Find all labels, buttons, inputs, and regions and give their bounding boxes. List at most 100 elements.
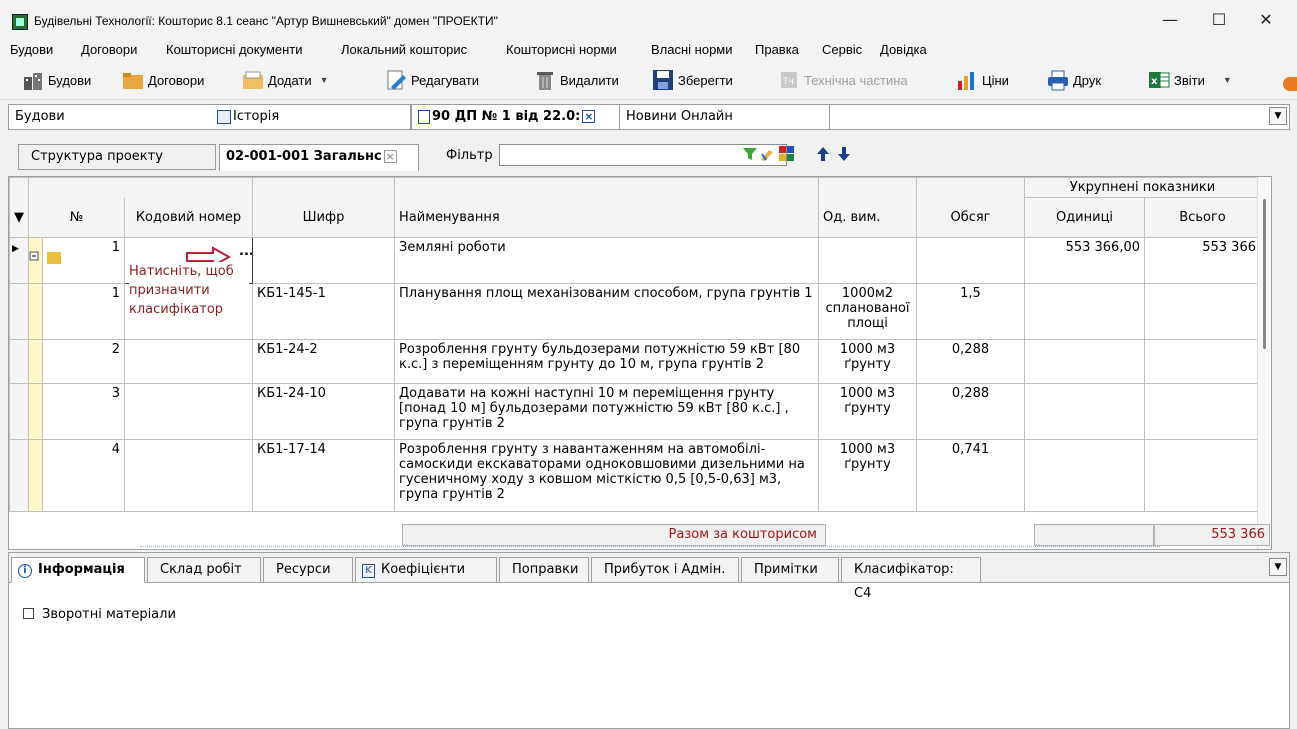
tab-buildings[interactable]: Будови xyxy=(9,105,211,129)
technical-part-button[interactable]: Тч Технічна частина xyxy=(778,66,908,94)
ellipsis-button[interactable]: ... xyxy=(239,244,252,259)
row-selector-header[interactable]: ▼ xyxy=(9,197,29,238)
row-units xyxy=(1024,283,1145,340)
code-cell[interactable] xyxy=(124,339,253,384)
tab-resources-label: Ресурси xyxy=(276,562,331,577)
table-row[interactable]: 3 КБ1-24-10 Додавати на кожні наступні 1… xyxy=(9,383,1261,440)
close-tab-icon[interactable]: × xyxy=(582,110,596,123)
tab-information[interactable]: i Інформація xyxy=(11,557,145,583)
print-button[interactable]: Друк xyxy=(1047,66,1101,94)
buildings-button[interactable]: Будови xyxy=(22,66,91,94)
row-volume: 0,741 xyxy=(916,439,1025,512)
header-units[interactable]: Одиниці xyxy=(1024,197,1145,238)
row-unit: 1000 м3 ґрунту xyxy=(818,439,917,512)
row-cipher: КБ1-24-2 xyxy=(252,339,395,384)
menu-buildings[interactable]: Будови xyxy=(10,42,53,57)
header-cipher[interactable]: Шифр xyxy=(252,197,395,238)
total-units xyxy=(1034,524,1154,546)
tab-classifier[interactable]: Класифікатор: С4 xyxy=(841,557,981,601)
header-volume[interactable]: Обсяг xyxy=(916,197,1025,238)
move-down-icon[interactable] xyxy=(837,146,851,166)
row-selector[interactable] xyxy=(9,283,29,340)
close-tab-icon[interactable]: × xyxy=(383,150,397,163)
collapse-icon[interactable] xyxy=(28,237,43,284)
move-up-icon[interactable] xyxy=(816,146,830,166)
menu-service[interactable]: Сервіс xyxy=(822,42,862,57)
tab-work-composition-label: Склад робіт xyxy=(160,562,242,577)
tab-corrections[interactable]: Поправки xyxy=(499,557,589,583)
code-cell[interactable] xyxy=(124,383,253,440)
contracts-button[interactable]: Договори xyxy=(122,66,204,94)
menu-local-estimate[interactable]: Локальний кошторис xyxy=(341,42,467,57)
header-total[interactable]: Всього xyxy=(1144,197,1261,238)
tabs-dropdown-button[interactable]: ▼ xyxy=(1269,107,1287,125)
menu-help[interactable]: Довідка xyxy=(880,42,927,57)
table-row[interactable]: 2 КБ1-24-2 Розроблення грунту бульдозера… xyxy=(9,339,1261,384)
prices-label: Ціни xyxy=(982,72,1009,88)
prices-button[interactable]: Ціни xyxy=(956,66,1009,94)
reports-button[interactable]: x Звіти ▼ xyxy=(1148,66,1232,94)
tab-history[interactable]: Історія xyxy=(211,105,411,129)
header-unit[interactable]: Од. вим. xyxy=(818,197,917,238)
row-selector[interactable] xyxy=(9,439,29,512)
edit-label: Редагувати xyxy=(411,72,480,88)
maximize-button[interactable]: ☐ xyxy=(1196,6,1242,34)
row-selector[interactable] xyxy=(9,339,29,384)
clear-filter-icon[interactable] xyxy=(759,146,775,166)
save-button[interactable]: Зберегти xyxy=(652,66,733,94)
table-row[interactable]: 4 КБ1-17-14 Розроблення грунту з наванта… xyxy=(9,439,1261,512)
bottom-tabs-dropdown-button[interactable]: ▼ xyxy=(1269,558,1287,576)
tab-notes[interactable]: Примітки xyxy=(741,557,839,583)
palette-icon[interactable] xyxy=(1283,77,1297,91)
header-aggregate-indicators: Укрупнені показники xyxy=(1024,177,1261,198)
row-indent xyxy=(28,439,43,512)
filter-icon[interactable] xyxy=(742,146,758,166)
menu-edit[interactable]: Правка xyxy=(755,42,799,57)
horizontal-splitter[interactable] xyxy=(140,546,1160,550)
menu-own-norms[interactable]: Власні норми xyxy=(651,42,733,57)
menu-estimate-documents[interactable]: Кошторисні документи xyxy=(166,42,303,57)
menu-contracts[interactable]: Договори xyxy=(81,42,137,57)
tab-document[interactable]: 90 ДП № 1 від 22.0: × xyxy=(411,105,620,129)
svg-text:Тч: Тч xyxy=(782,77,794,87)
tab-estimate-section[interactable]: 02-001-001 Загальнс × xyxy=(219,144,419,171)
minimize-button[interactable]: — xyxy=(1147,6,1193,34)
tab-news[interactable]: Новини Онлайн xyxy=(620,105,830,129)
header-spacer xyxy=(818,177,917,198)
chevron-down-icon[interactable]: ▼ xyxy=(1223,75,1232,85)
buildings-label: Будови xyxy=(48,72,92,88)
add-button[interactable]: Додати ▼ xyxy=(242,66,329,94)
vertical-scrollbar[interactable] xyxy=(1257,177,1271,549)
row-units xyxy=(1024,383,1145,440)
scrollbar-thumb[interactable] xyxy=(1263,199,1266,349)
color-grid-icon[interactable] xyxy=(779,146,795,166)
table-row[interactable]: 1 Натисніть, щоб призначити класифікатор… xyxy=(9,262,1261,340)
close-button[interactable]: ✕ xyxy=(1243,6,1289,34)
tab-resources[interactable]: Ресурси xyxy=(263,557,353,583)
chevron-down-icon[interactable]: ▼ xyxy=(320,75,329,85)
row-total xyxy=(1144,283,1261,340)
checkbox-box[interactable] xyxy=(23,608,34,619)
header-code[interactable]: Кодовий номер xyxy=(124,197,253,238)
header-num[interactable]: № xyxy=(28,197,125,238)
toolbar: Будови Договори Додати ▼ Редагувати Вида… xyxy=(0,60,1297,100)
return-materials-checkbox[interactable]: Зворотні матеріали xyxy=(23,607,176,622)
tab-profit-admin[interactable]: Прибуток і Адмін. xyxy=(591,557,739,583)
menu-estimate-norms[interactable]: Кошторисні норми xyxy=(506,42,617,57)
delete-button[interactable]: Видалити xyxy=(534,66,619,94)
code-cell[interactable]: Натисніть, щоб призначити класифікатор xyxy=(124,262,253,340)
header-name[interactable]: Найменування xyxy=(394,197,819,238)
header-spacer xyxy=(394,177,819,198)
tab-project-structure[interactable]: Структура проекту xyxy=(18,144,216,170)
coefficient-icon: K xyxy=(362,564,375,578)
edit-button[interactable]: Редагувати xyxy=(385,66,479,94)
tab-work-composition[interactable]: Склад робіт xyxy=(147,557,261,583)
tab-coefficients[interactable]: K Коефіцієнти xyxy=(355,557,497,583)
folder-icon xyxy=(47,252,61,264)
row-unit: 1000 м3 ґрунту xyxy=(818,383,917,440)
row-selector[interactable] xyxy=(9,383,29,440)
excel-icon: x xyxy=(1148,69,1170,91)
tab-document-label: 90 ДП № 1 від 22.0: xyxy=(432,109,581,124)
return-materials-label: Зворотні матеріали xyxy=(42,607,176,622)
code-cell[interactable] xyxy=(124,439,253,512)
